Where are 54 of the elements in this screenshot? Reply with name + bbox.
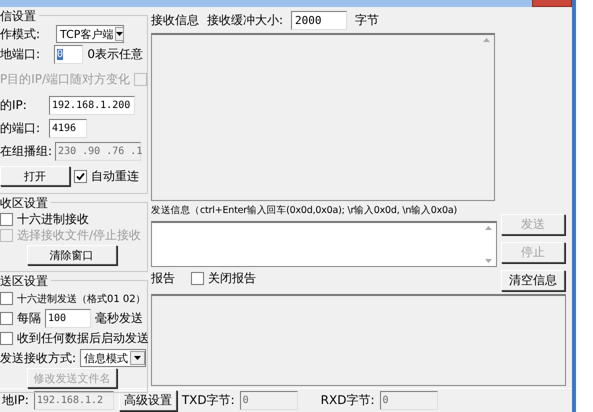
ip-field[interactable]: 192.168.1.200 [49, 96, 135, 115]
checkbox[interactable] [0, 312, 13, 325]
checkbox-label: 十六进制接收 [17, 210, 89, 228]
open-button[interactable]: 打开 [0, 166, 70, 186]
mode-select[interactable]: TCP客户端 [56, 25, 124, 43]
scroll-up-icon[interactable] [482, 38, 490, 42]
field-label: TXD字节: [182, 392, 235, 409]
section-label: 发送信息（ctrl+Enter输入回车(0x0d,0x0a); \r输入0x0d, \n输入0x0a) [151, 204, 458, 218]
unit-label: 毫秒发送 [95, 310, 143, 327]
checkbox-label: 关闭报告 [208, 270, 256, 286]
checkbox-label: 每隔 [17, 310, 41, 327]
checkbox[interactable] [0, 292, 13, 305]
field-label: 的端口: [0, 120, 42, 137]
buffer-size-field[interactable]: 2000 [291, 10, 348, 30]
checkbox-label: 选择接收文件/停止接收 [17, 226, 142, 244]
field-label: 发送接收方式: [0, 350, 76, 366]
port-field[interactable]: 0 [54, 44, 84, 64]
advanced-settings-button[interactable]: 高级设置 [118, 390, 177, 411]
checkbox[interactable] [191, 272, 204, 284]
dropdown-caret-icon [134, 356, 142, 360]
clear-window-button[interactable]: 清除窗口 [26, 245, 116, 265]
checkbox-label: 收到任何数据后启动发送 [17, 330, 149, 347]
report-text-area[interactable] [151, 294, 566, 386]
ip-field[interactable]: 192.168.1.2 [34, 391, 114, 410]
mode-select[interactable]: 信息模式 [80, 349, 146, 367]
field-label: 地IP: [2, 392, 29, 409]
field-label: 作模式: [0, 26, 40, 42]
checkbox[interactable] [0, 212, 13, 226]
checkbox-label: 自动重连 [91, 168, 139, 184]
scroll-down-icon[interactable] [484, 259, 492, 263]
interval-field[interactable]: 100 [45, 309, 91, 328]
field-label: 的IP: [0, 97, 28, 114]
group-title: 收区设置 [0, 195, 51, 212]
field-label: 接收缓冲大小: [207, 12, 284, 28]
section-label: 报告 [151, 270, 175, 286]
field-label: 在组播组: [0, 143, 52, 160]
field-label: 地端口: [0, 46, 40, 62]
action-button[interactable]: 清空信息 [501, 270, 565, 291]
byte-count-field[interactable]: 0 [380, 391, 438, 410]
unit-label: 字节 [355, 12, 380, 28]
group-title: 信设置 [0, 8, 39, 25]
dropdown-caret-icon [116, 32, 124, 36]
hint-text: 0表示任意 [87, 46, 143, 62]
checkbox[interactable] [74, 170, 87, 182]
checkbox[interactable] [0, 332, 13, 345]
field-label: RXD字节: [320, 392, 375, 409]
checkbox-label: P目的IP/端口随对方变化 [0, 70, 130, 88]
receive-text-area[interactable] [151, 33, 495, 201]
checkbox-label: 十六进制发送（格式01 02） [17, 292, 146, 306]
port-field[interactable]: 4196 [49, 119, 87, 138]
section-label: 接收信息 [151, 12, 199, 28]
scroll-up-icon[interactable] [484, 226, 492, 230]
send-text-area[interactable] [151, 221, 497, 267]
byte-count-field[interactable]: 0 [240, 391, 298, 410]
